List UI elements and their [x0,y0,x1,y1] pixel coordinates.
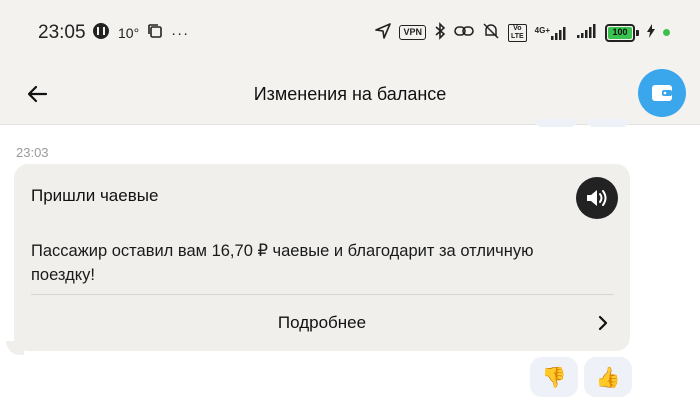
temperature-text: 10° [118,25,140,41]
previous-reaction [534,119,578,127]
more-notifications-icon: ··· [171,24,190,42]
volte-icon: Vo LTE [507,23,527,42]
reaction-buttons: 👎 👍 [530,357,632,397]
chat-area: 23:03 Пришли чаевые Пассажир оставил вам… [0,119,700,403]
status-bar: 23:05 10° ··· VPN Vo LTE 4G+ 100 [0,0,700,64]
bluetooth-icon [434,22,446,43]
status-left-icons: 10° ··· [92,22,189,44]
thumbs-down-icon: 👎 [541,366,567,389]
message-time: 23:03 [16,145,49,160]
status-right-icons: VPN Vo LTE 4G+ 100 [375,22,670,43]
previous-reactions [534,119,630,127]
speaker-icon [587,190,607,206]
battery-level: 100 [612,26,628,37]
location-icon [375,23,392,42]
link-icon [454,24,474,41]
details-label: Подробнее [277,313,367,332]
copy-icon [147,23,163,43]
message-body: Пассажир оставил вам 16,70 ₽ чаевые и бл… [31,242,534,284]
page-title: Изменения на балансе [253,84,447,104]
active-indicator-dot [663,29,670,36]
wallet-button[interactable] [638,69,686,117]
chevron-right-icon [598,315,608,331]
play-audio-button[interactable] [576,177,618,219]
vpn-icon: VPN [399,25,426,40]
wallet-icon [652,85,672,101]
dislike-button[interactable]: 👎 [530,357,578,397]
previous-reaction [586,119,630,127]
mute-icon [482,22,500,43]
signal-icon [577,24,597,41]
volte-bottom: LTE [510,32,524,40]
notification-app-icon [92,22,110,44]
message-bubble: Пришли чаевые Пассажир оставил вам 16,70… [14,164,630,351]
like-button[interactable]: 👍 [584,357,632,397]
signal-4g-icon: 4G+ [535,26,569,40]
status-time: 23:05 [38,22,86,43]
app-header: Изменения на балансе [0,64,700,125]
details-button[interactable]: Подробнее [14,295,630,351]
charging-icon [647,24,655,41]
network-type-text: 4G+ [534,25,550,35]
battery-icon: 100 [605,23,639,42]
message-title: Пришли чаевые [31,186,159,205]
thumbs-up-icon: 👍 [595,366,621,389]
volte-top: Vo [513,24,522,32]
